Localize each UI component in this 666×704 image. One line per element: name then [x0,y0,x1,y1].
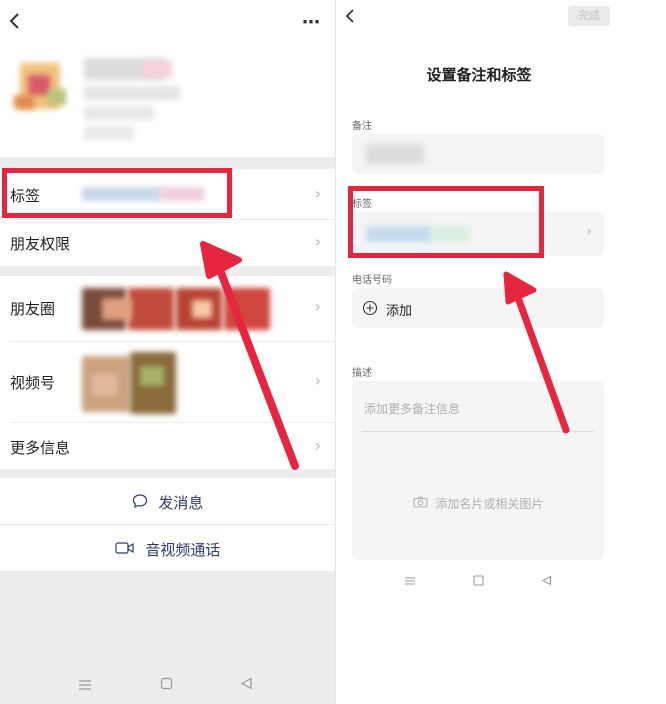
annotation-arrow [200,241,299,470]
system-nav-bar [0,670,335,700]
annotation-arrow [503,271,570,434]
add-photo-label: 添加名片或相关图片 [435,497,544,511]
home-icon[interactable] [473,571,484,590]
add-phone-label: 添加 [386,304,413,319]
back-icon[interactable] [344,8,356,29]
menu-icon[interactable] [404,571,416,590]
highlight-box-tags [2,168,232,218]
back-nav-icon[interactable] [541,571,552,590]
contact-profile-screen: ⋯ 标签 › 朋友权限 › 朋友圈 › 视频号 › 更多信息 › 发消息 音视频… [0,0,335,704]
description-label: 描述 [352,368,372,379]
video-camera-icon [114,541,135,559]
avatar[interactable] [10,55,72,117]
send-message-button[interactable]: 发消息 [0,478,335,524]
remark-label: 备注 [352,121,372,132]
more-icon[interactable]: ⋯ [302,12,321,33]
send-message-label: 发消息 [158,494,204,512]
chevron-right-icon: › [314,297,321,316]
chevron-right-icon: › [586,224,592,240]
menu-icon[interactable] [78,676,92,695]
back-icon[interactable] [8,12,22,35]
camera-icon [413,496,428,511]
plus-circle-icon [362,300,378,320]
description-input[interactable]: 添加更多备注信息 [364,400,460,417]
chevron-right-icon: › [314,184,321,203]
back-nav-icon[interactable] [240,675,253,694]
phone-label: 电话号码 [352,275,392,286]
bottom-blank-area [336,590,666,704]
row-more-info-label: 更多信息 [10,439,71,457]
page-title: 设置备注和标签 [426,66,532,84]
row-moments-label: 朋友圈 [10,300,56,318]
chevron-right-icon: › [314,371,321,390]
video-call-label: 音视频通话 [145,541,221,559]
chevron-right-icon: › [314,232,321,251]
row-channels-label: 视频号 [10,374,56,392]
add-photo-button[interactable]: 添加名片或相关图片 [352,495,604,512]
profile-info-blurred [82,56,182,144]
chat-bubble-icon [132,493,148,513]
row-friend-permission-label: 朋友权限 [10,235,71,253]
home-icon[interactable] [160,675,173,694]
remark-and-tag-screen: 完成 设置备注和标签 备注 标签 › 电话号码 添加 描述 添加更多备注信息 添… [336,0,666,704]
chevron-right-icon: › [314,436,321,455]
system-nav-bar [336,568,622,588]
highlight-box-tags [348,186,544,258]
channels-thumbnails [82,352,178,414]
done-button[interactable]: 完成 [568,6,610,26]
video-call-button[interactable]: 音视频通话 [0,525,335,571]
remark-field[interactable] [352,134,604,174]
